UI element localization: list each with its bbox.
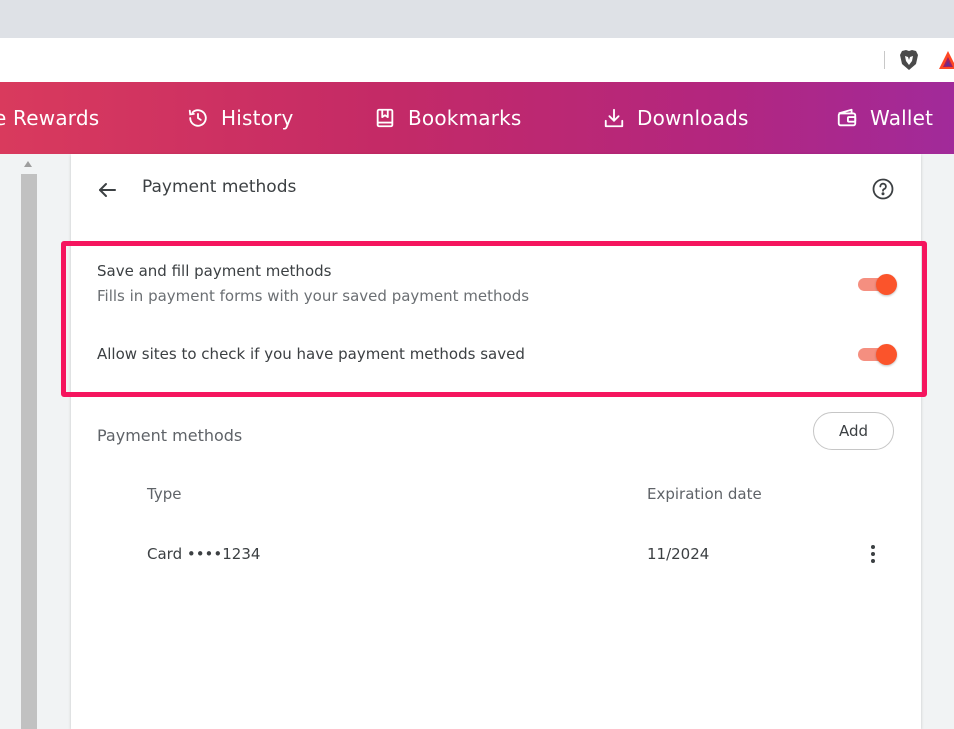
type-column-header: Type: [147, 485, 182, 503]
nav-item-bookmarks[interactable]: Bookmarks: [374, 82, 522, 154]
toolbar-divider: [884, 51, 885, 69]
add-payment-method-button[interactable]: Add: [813, 412, 894, 450]
payment-methods-heading: Payment methods: [97, 426, 243, 445]
browser-toolbar: [0, 38, 954, 83]
back-arrow-icon[interactable]: [95, 178, 119, 202]
nav-label: Wallet: [870, 106, 934, 130]
card-type: Card ••••1234: [147, 545, 261, 563]
nav-label: History: [221, 106, 294, 130]
help-icon[interactable]: [871, 177, 895, 201]
scroll-up-arrow-icon[interactable]: [24, 161, 32, 167]
save-fill-title: Save and fill payment methods: [97, 262, 332, 280]
save-fill-description: Fills in payment forms with your saved p…: [97, 287, 530, 305]
scrollbar[interactable]: [21, 174, 37, 729]
toggle-knob: [876, 344, 897, 365]
page-title: Payment methods: [142, 177, 297, 197]
history-icon: [188, 109, 207, 127]
bookmark-icon: [376, 108, 394, 128]
wallet-icon: [837, 108, 857, 127]
nav-item-wallet[interactable]: Wallet: [836, 82, 933, 154]
brave-lion-icon[interactable]: [897, 48, 921, 72]
nav-label: Downloads: [637, 106, 749, 130]
nav-label: e Rewards: [0, 106, 100, 130]
nav-item-history[interactable]: History: [187, 82, 294, 154]
card-expiration: 11/2024: [647, 545, 710, 563]
nav-item-downloads[interactable]: Downloads: [603, 82, 749, 154]
save-fill-toggle[interactable]: [856, 273, 898, 295]
expiration-column-header: Expiration date: [647, 485, 762, 503]
nav-item-rewards[interactable]: e Rewards: [0, 82, 99, 154]
nav-label: Bookmarks: [408, 106, 522, 130]
download-icon: [604, 108, 624, 128]
bat-rewards-icon[interactable]: [938, 49, 954, 71]
tab-strip: [0, 0, 954, 38]
allow-check-toggle[interactable]: [856, 343, 898, 365]
allow-check-title: Allow sites to check if you have payment…: [97, 345, 525, 363]
brave-settings-nav: e Rewards History Bookmarks Downloads Wa…: [0, 82, 954, 154]
toggle-knob: [876, 274, 897, 295]
more-vert-icon[interactable]: [862, 543, 884, 565]
